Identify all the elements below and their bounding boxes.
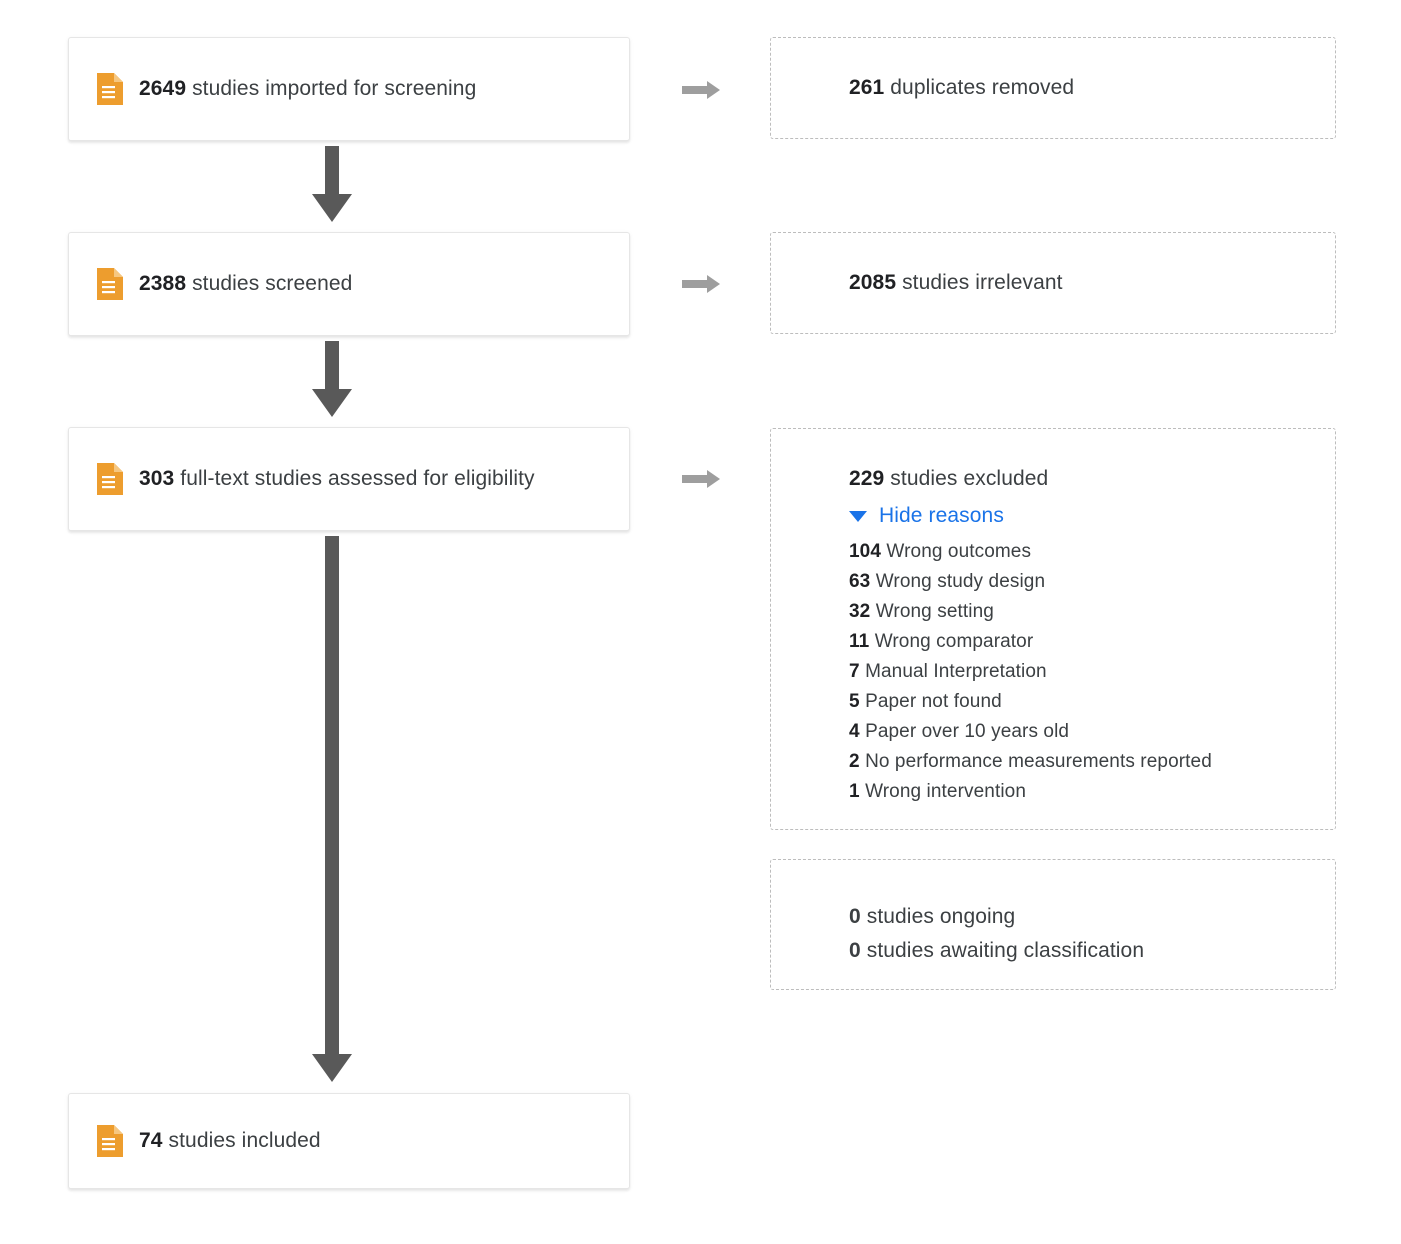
reason-count: 2 [849,751,860,773]
arrow-right-to-irrelevant [682,275,720,293]
reason-row: 11 Wrong comparator [849,627,1335,657]
flow-box-label: 2649 studies imported for screening [139,75,476,102]
reason-row: 1 Wrong intervention [849,777,1335,807]
flow-box-count: 303 [139,467,175,491]
reason-row: 32 Wrong setting [849,597,1335,627]
flow-box-label: 74 studies included [139,1127,321,1154]
status-awaiting-count: 0 [849,939,861,962]
flow-box-label: 303 full-text studies assessed for eligi… [139,465,535,492]
reason-count: 5 [849,691,860,713]
side-box-irrelevant: 2085 studies irrelevant [770,232,1336,334]
side-box-label: 261 duplicates removed [849,74,1074,101]
flow-box-text: studies included [168,1129,321,1153]
excluded-summary: 229 studies excluded [849,465,1335,492]
exclusion-reasons-list: 104 Wrong outcomes 63 Wrong study design… [849,537,1335,807]
flow-box-label: 2388 studies screened [139,270,352,297]
reason-label: Wrong setting [875,601,994,623]
flow-box-content: 2649 studies imported for screening [97,73,476,105]
flow-box-content: 303 full-text studies assessed for eligi… [97,463,535,495]
excluded-count: 229 [849,467,885,490]
side-box-count: 261 [849,76,885,100]
reason-count: 1 [849,781,860,803]
arrow-right-to-excluded [682,470,720,488]
reason-count: 104 [849,541,882,563]
side-box-label: 2085 studies irrelevant [849,269,1063,296]
reason-label: Paper not found [865,691,1002,713]
status-awaiting: 0 studies awaiting classification [849,934,1335,968]
flow-box-text: studies imported for screening [192,77,477,101]
reason-row: 5 Paper not found [849,687,1335,717]
flow-box-content: 2388 studies screened [97,268,352,300]
reason-count: 4 [849,721,860,743]
side-box-duplicates: 261 duplicates removed [770,37,1336,139]
document-icon [97,73,123,105]
arrow-down-fulltext-to-included [312,536,352,1082]
hide-reasons-toggle[interactable]: Hide reasons [849,504,1004,528]
arrow-down-imported-to-screened [312,146,352,222]
reason-count: 11 [849,631,870,653]
reason-count: 7 [849,661,860,683]
reason-label: Wrong intervention [865,781,1026,803]
reason-label: Wrong outcomes [886,541,1032,563]
status-ongoing-count: 0 [849,905,861,928]
reason-row: 4 Paper over 10 years old [849,717,1335,747]
reason-label: Manual Interpretation [865,661,1047,683]
triangle-down-icon [849,510,867,522]
flow-box-included[interactable]: 74 studies included [68,1093,630,1189]
reason-label: Wrong study design [875,571,1046,593]
reason-label: Wrong comparator [874,631,1034,653]
reason-row: 2 No performance measurements reported [849,747,1335,777]
flow-box-imported[interactable]: 2649 studies imported for screening [68,37,630,141]
flow-box-text: studies screened [192,272,353,296]
reason-row: 104 Wrong outcomes [849,537,1335,567]
arrow-down-screened-to-fulltext [312,341,352,417]
flow-box-count: 74 [139,1129,163,1153]
excluded-label: studies excluded [890,467,1049,490]
document-icon [97,1125,123,1157]
side-box-text: studies irrelevant [902,271,1063,295]
side-box-excluded: 229 studies excluded Hide reasons 104 Wr… [770,428,1336,830]
reason-row: 7 Manual Interpretation [849,657,1335,687]
reason-label: Paper over 10 years old [865,721,1070,743]
status-ongoing-label: studies ongoing [866,905,1016,928]
status-ongoing: 0 studies ongoing [849,900,1335,934]
document-icon [97,463,123,495]
arrow-right-to-duplicates [682,81,720,99]
document-icon [97,268,123,300]
side-box-text: duplicates removed [890,76,1075,100]
side-box-count: 2085 [849,271,897,295]
flow-box-fulltext[interactable]: 303 full-text studies assessed for eligi… [68,427,630,531]
reason-row: 63 Wrong study design [849,567,1335,597]
flow-box-content: 74 studies included [97,1125,321,1157]
flow-box-screened[interactable]: 2388 studies screened [68,232,630,336]
reason-count: 32 [849,601,871,623]
flow-box-text: full-text studies assessed for eligibili… [180,467,535,491]
side-box-status: 0 studies ongoing 0 studies awaiting cla… [770,859,1336,990]
reason-count: 63 [849,571,871,593]
hide-reasons-label: Hide reasons [879,504,1004,528]
status-awaiting-label: studies awaiting classification [866,939,1145,962]
reason-label: No performance measurements reported [865,751,1212,773]
flow-box-count: 2649 [139,77,187,101]
flow-box-count: 2388 [139,272,187,296]
